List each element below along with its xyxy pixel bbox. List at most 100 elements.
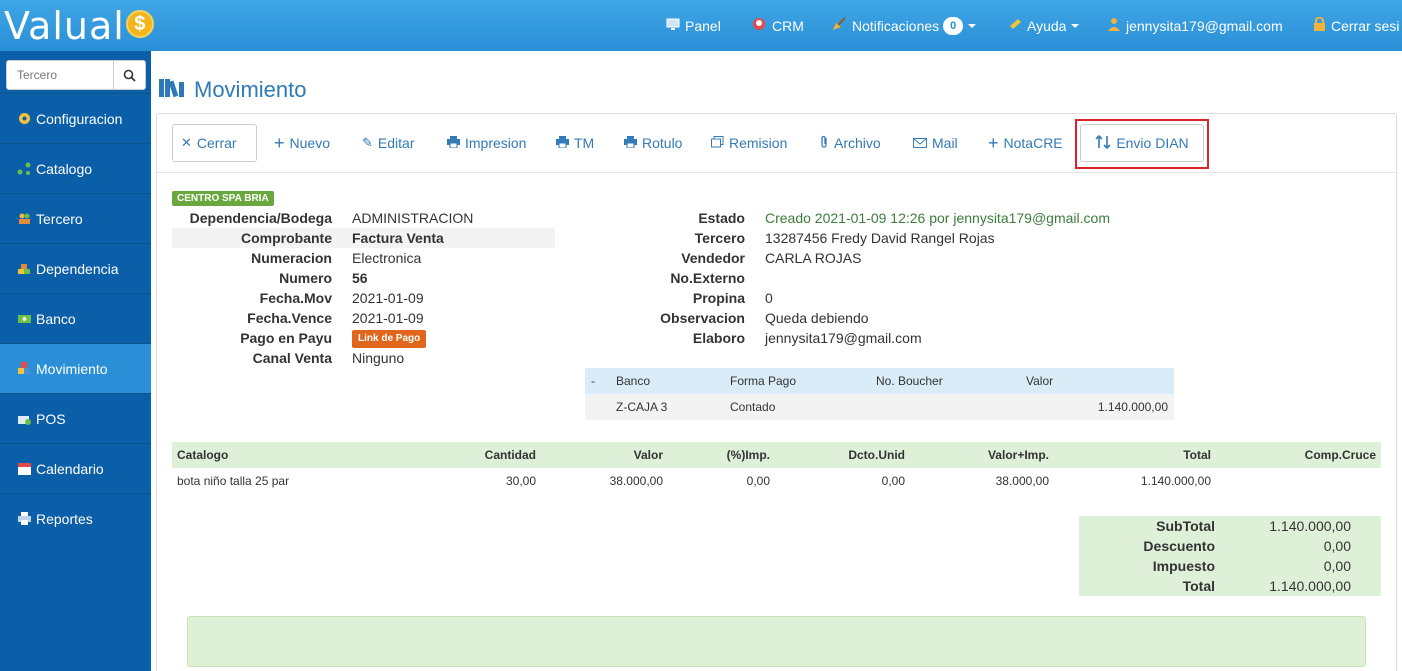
- printer-icon: [16, 511, 32, 527]
- rotulo-label: Rotulo: [642, 135, 683, 151]
- detail-key: Numeracion: [251, 250, 332, 266]
- plus-icon: +: [274, 132, 285, 153]
- sidebar-item-dependencia[interactable]: Dependencia: [0, 243, 151, 293]
- totals-box: SubTotal 1.140.000,00 Descuento 0,00 Imp…: [1079, 516, 1381, 596]
- archivo-label: Archivo: [834, 135, 881, 151]
- detail-vendedor: Vendedor CARLA ROJAS: [585, 248, 1185, 268]
- archivo-button[interactable]: Archivo: [812, 124, 889, 162]
- nav-crm-label: CRM: [772, 17, 804, 34]
- sidebar-item-calendario[interactable]: Calendario: [0, 443, 151, 493]
- search-button[interactable]: [114, 61, 145, 89]
- detail-key: Fecha.Mov: [259, 290, 332, 306]
- pencil-icon: ✎: [362, 135, 373, 150]
- detail-key: Fecha.Vence: [247, 310, 332, 326]
- column-header: Valor: [1020, 368, 1174, 394]
- detail-fecha-mov: Fecha.Mov 2021-01-09: [172, 288, 555, 308]
- sidebar-item-label: Configuracion: [36, 110, 123, 127]
- sidebar-item-label: Reportes: [36, 510, 93, 527]
- nuevo-button[interactable]: + Nuevo: [266, 124, 338, 162]
- total-key: Descuento: [1143, 538, 1215, 554]
- detail-value: jennysita179@gmail.com: [765, 330, 922, 346]
- table-row: Z-CAJA 3 Contado 1.140.000,00: [585, 394, 1174, 420]
- detail-value: ADMINISTRACION: [352, 210, 474, 226]
- detail-observacion: Observacion Queda debiendo: [585, 308, 1185, 328]
- detail-key: Dependencia/Bodega: [189, 210, 332, 226]
- detail-elaboro: Elaboro jennysita179@gmail.com: [585, 328, 1185, 348]
- printer-icon: [447, 135, 460, 151]
- detail-estado: Estado Creado 2021-01-09 12:26 por jenny…: [585, 208, 1185, 228]
- nav-panel-label: Panel: [685, 17, 721, 34]
- nodes-icon: [16, 161, 32, 177]
- cerrar-button[interactable]: ✕ Cerrar: [172, 124, 257, 162]
- editar-label: Editar: [377, 135, 415, 151]
- nav-cerrar-sesion-label: Cerrar sesi: [1331, 17, 1400, 34]
- detail-value: 13287456 Fredy David Rangel Rojas: [765, 230, 995, 246]
- nav-crm[interactable]: CRM: [752, 0, 804, 51]
- tm-label: TM: [574, 135, 595, 151]
- total-key: Total: [1182, 578, 1215, 594]
- calendar-icon: [16, 461, 32, 477]
- sidebar: Configuracion Catalogo Tercero Dependenc…: [0, 51, 151, 671]
- register-icon: [16, 411, 32, 427]
- total-value: 0,00: [1323, 538, 1351, 554]
- logo-text: Valual: [4, 4, 125, 48]
- search-input[interactable]: [7, 61, 114, 89]
- total-row-total: Total 1.140.000,00: [1079, 576, 1381, 596]
- page-title-text: Movimiento: [194, 77, 307, 102]
- lock-icon: [1313, 16, 1326, 35]
- detail-key: Vendedor: [681, 250, 745, 266]
- total-key: Impuesto: [1152, 558, 1215, 574]
- remision-button[interactable]: Remision: [703, 124, 795, 162]
- nav-cerrar-sesion[interactable]: Cerrar sesi: [1313, 0, 1399, 51]
- sidebar-item-label: POS: [36, 410, 66, 427]
- bank-table: - Banco Forma Pago No. Boucher Valor Z-C…: [585, 368, 1174, 420]
- app-logo[interactable]: Valual $: [4, 6, 154, 46]
- nav-ayuda[interactable]: Ayuda: [1008, 0, 1080, 51]
- sidebar-item-catalogo[interactable]: Catalogo: [0, 143, 151, 193]
- column-header: -: [585, 368, 610, 394]
- nuevo-label: Nuevo: [289, 135, 330, 151]
- sidebar-item-banco[interactable]: Banco: [0, 293, 151, 343]
- sidebar-item-movimiento[interactable]: Movimiento: [0, 343, 151, 393]
- nav-panel[interactable]: Panel: [666, 0, 721, 51]
- column-header: Catalogo: [172, 442, 432, 468]
- nav-notificaciones[interactable]: Notificaciones 0: [832, 0, 977, 51]
- notacre-button[interactable]: + NotaCRE: [980, 124, 1071, 162]
- detail-value: 0: [765, 290, 773, 306]
- impresion-button[interactable]: Impresion: [439, 124, 534, 162]
- detail-value: Link de Pago: [352, 329, 427, 348]
- nav-ayuda-label: Ayuda: [1027, 17, 1067, 34]
- detail-numeracion: Numeracion Electronica: [172, 248, 555, 268]
- table-cell: 30,00: [505, 474, 536, 488]
- column-header: Forma Pago: [724, 368, 870, 394]
- nav-notificaciones-label: Notificaciones: [852, 17, 940, 34]
- printer-icon: [556, 135, 569, 151]
- rotulo-button[interactable]: Rotulo: [616, 124, 690, 162]
- table-cell: 0,00: [746, 474, 770, 488]
- mail-button[interactable]: Mail: [905, 124, 966, 162]
- detail-value: CARLA ROJAS: [765, 250, 862, 266]
- detail-value: 2021-01-09: [352, 310, 424, 326]
- sidebar-item-tercero[interactable]: Tercero: [0, 193, 151, 243]
- detail-value: Ninguno: [352, 350, 405, 366]
- page-title: Movimiento: [158, 76, 306, 104]
- nav-user[interactable]: jennysita179@gmail.com: [1107, 0, 1283, 51]
- top-navbar: Valual $ Panel CRM Notificaciones 0 Ayud…: [0, 0, 1402, 51]
- sidebar-item-pos[interactable]: POS: [0, 393, 151, 443]
- link-de-pago-button[interactable]: Link de Pago: [352, 330, 427, 348]
- blocks-icon: [16, 261, 32, 277]
- detail-no-externo: No.Externo: [585, 268, 1185, 288]
- sidebar-item-label: Dependencia: [36, 260, 119, 277]
- detail-key: Propina: [692, 290, 745, 306]
- sidebar-item-configuracion[interactable]: Configuracion: [0, 93, 151, 143]
- detail-key: Canal Venta: [252, 350, 332, 366]
- highlight-box: [1075, 119, 1209, 169]
- ticket-icon: [1008, 18, 1022, 33]
- editar-button[interactable]: ✎ Editar: [354, 124, 422, 162]
- sidebar-item-reportes[interactable]: Reportes: [0, 493, 151, 543]
- copy-icon: [711, 135, 724, 151]
- total-value: 0,00: [1323, 558, 1351, 574]
- column-header: Valor: [541, 442, 668, 468]
- tm-button[interactable]: TM: [548, 124, 602, 162]
- column-header: No. Boucher: [870, 368, 1020, 394]
